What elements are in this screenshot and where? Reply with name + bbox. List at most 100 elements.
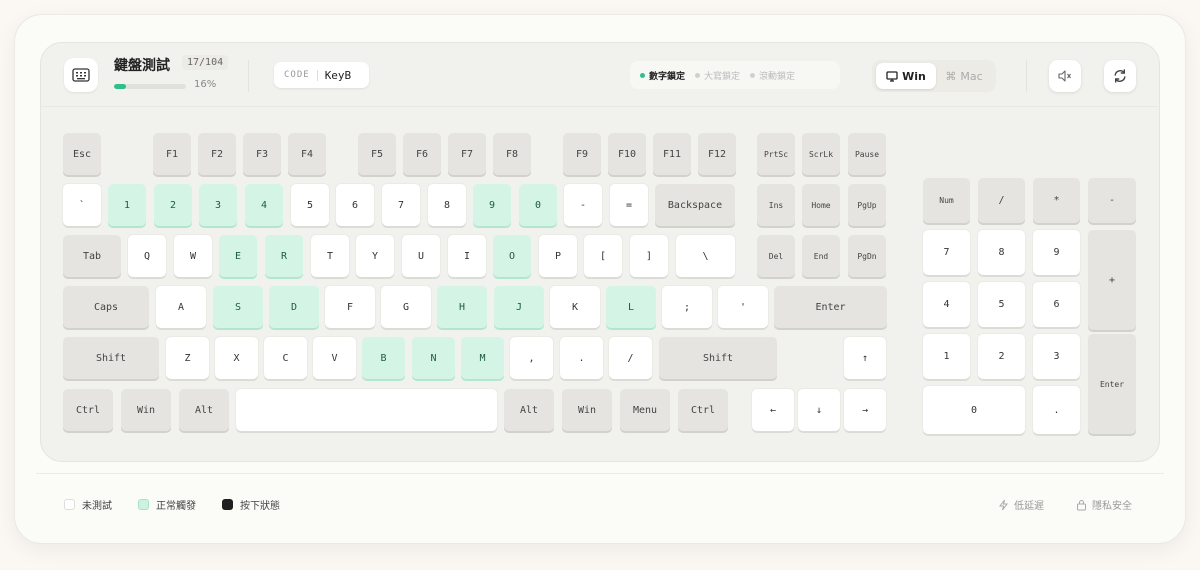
key-y[interactable]: Y <box>356 235 394 277</box>
key-f8[interactable]: F8 <box>493 133 531 175</box>
key-f2[interactable]: F2 <box>198 133 236 175</box>
key-f3[interactable]: F3 <box>243 133 281 175</box>
key-lctrl[interactable]: Ctrl <box>63 389 113 431</box>
key-np-sub[interactable]: - <box>1088 178 1136 223</box>
key-np2[interactable]: 2 <box>978 334 1025 379</box>
key-f11[interactable]: F11 <box>653 133 691 175</box>
key-ralt[interactable]: Alt <box>504 389 554 431</box>
key-np1[interactable]: 1 <box>923 334 970 379</box>
key-d0[interactable]: 0 <box>519 184 557 226</box>
key-e[interactable]: E <box>219 235 257 277</box>
key-q[interactable]: Q <box>128 235 166 277</box>
key-w[interactable]: W <box>174 235 212 277</box>
key-num[interactable]: Num <box>923 178 970 223</box>
key-d6[interactable]: 6 <box>336 184 374 226</box>
key-f1[interactable]: F1 <box>153 133 191 175</box>
key-f7[interactable]: F7 <box>448 133 486 175</box>
key-z[interactable]: Z <box>166 337 209 379</box>
key-del[interactable]: Del <box>757 235 795 277</box>
key-np-dot[interactable]: . <box>1033 386 1080 434</box>
key-pgdn[interactable]: PgDn <box>848 235 886 277</box>
key-ins[interactable]: Ins <box>757 184 795 226</box>
key-f12[interactable]: F12 <box>698 133 736 175</box>
key-b[interactable]: B <box>362 337 405 379</box>
key-end[interactable]: End <box>802 235 840 277</box>
key-np-div[interactable]: / <box>978 178 1025 223</box>
key-l[interactable]: L <box>606 286 656 328</box>
key-left[interactable]: ← <box>752 389 794 431</box>
key-lalt[interactable]: Alt <box>179 389 229 431</box>
key-m[interactable]: M <box>461 337 504 379</box>
key-menu[interactable]: Menu <box>620 389 670 431</box>
key-f6[interactable]: F6 <box>403 133 441 175</box>
key-caps[interactable]: Caps <box>63 286 149 328</box>
key-np6[interactable]: 6 <box>1033 282 1080 327</box>
key-d4[interactable]: 4 <box>245 184 283 226</box>
os-win-button[interactable]: Win <box>876 63 936 89</box>
key-g[interactable]: G <box>381 286 431 328</box>
key-lwin[interactable]: Win <box>121 389 171 431</box>
key-quote[interactable]: ' <box>718 286 768 328</box>
key-backslash[interactable]: \ <box>676 235 735 277</box>
key-np-mul[interactable]: * <box>1033 178 1080 223</box>
key-rwin[interactable]: Win <box>562 389 612 431</box>
key-h[interactable]: H <box>437 286 487 328</box>
key-lshift[interactable]: Shift <box>63 337 159 379</box>
key-f4[interactable]: F4 <box>288 133 326 175</box>
key-o[interactable]: O <box>493 235 531 277</box>
key-x[interactable]: X <box>215 337 258 379</box>
key-slash[interactable]: / <box>609 337 652 379</box>
key-comma[interactable]: , <box>510 337 553 379</box>
key-minus[interactable]: - <box>564 184 602 226</box>
key-s[interactable]: S <box>213 286 263 328</box>
key-backtick[interactable]: ` <box>63 184 101 226</box>
key-a[interactable]: A <box>156 286 206 328</box>
key-t[interactable]: T <box>311 235 349 277</box>
mute-button[interactable] <box>1049 60 1081 92</box>
key-rctrl[interactable]: Ctrl <box>678 389 728 431</box>
key-p[interactable]: P <box>539 235 577 277</box>
key-np7[interactable]: 7 <box>923 230 970 275</box>
key-np4[interactable]: 4 <box>923 282 970 327</box>
key-d3[interactable]: 3 <box>199 184 237 226</box>
key-home[interactable]: Home <box>802 184 840 226</box>
key-np3[interactable]: 3 <box>1033 334 1080 379</box>
key-d5[interactable]: 5 <box>291 184 329 226</box>
key-f5[interactable]: F5 <box>358 133 396 175</box>
key-space[interactable] <box>236 389 497 431</box>
key-u[interactable]: U <box>402 235 440 277</box>
key-c[interactable]: C <box>264 337 307 379</box>
key-d9[interactable]: 9 <box>473 184 511 226</box>
key-np9[interactable]: 9 <box>1033 230 1080 275</box>
key-f[interactable]: F <box>325 286 375 328</box>
key-pause[interactable]: Pause <box>848 133 886 175</box>
key-d8[interactable]: 8 <box>428 184 466 226</box>
key-lbracket[interactable]: [ <box>584 235 622 277</box>
key-j[interactable]: J <box>494 286 544 328</box>
key-np0[interactable]: 0 <box>923 386 1025 434</box>
key-k[interactable]: K <box>550 286 600 328</box>
key-d2[interactable]: 2 <box>154 184 192 226</box>
key-esc[interactable]: Esc <box>63 133 101 175</box>
key-i[interactable]: I <box>448 235 486 277</box>
os-mac-button[interactable]: ⌘ Mac <box>934 63 994 89</box>
key-prtsc[interactable]: PrtSc <box>757 133 795 175</box>
key-enter[interactable]: Enter <box>774 286 887 328</box>
key-np-enter[interactable]: Enter <box>1088 334 1136 434</box>
key-pgup[interactable]: PgUp <box>848 184 886 226</box>
key-right[interactable]: → <box>844 389 886 431</box>
key-f10[interactable]: F10 <box>608 133 646 175</box>
key-np8[interactable]: 8 <box>978 230 1025 275</box>
key-scrlk[interactable]: ScrLk <box>802 133 840 175</box>
key-r[interactable]: R <box>265 235 303 277</box>
key-d7[interactable]: 7 <box>382 184 420 226</box>
key-backspace[interactable]: Backspace <box>655 184 735 226</box>
key-d1[interactable]: 1 <box>108 184 146 226</box>
reset-button[interactable] <box>1104 60 1136 92</box>
key-down[interactable]: ↓ <box>798 389 840 431</box>
key-equal[interactable]: = <box>610 184 648 226</box>
key-f9[interactable]: F9 <box>563 133 601 175</box>
key-np-add[interactable]: + <box>1088 230 1136 330</box>
key-rshift[interactable]: Shift <box>659 337 777 379</box>
key-tab[interactable]: Tab <box>63 235 121 277</box>
